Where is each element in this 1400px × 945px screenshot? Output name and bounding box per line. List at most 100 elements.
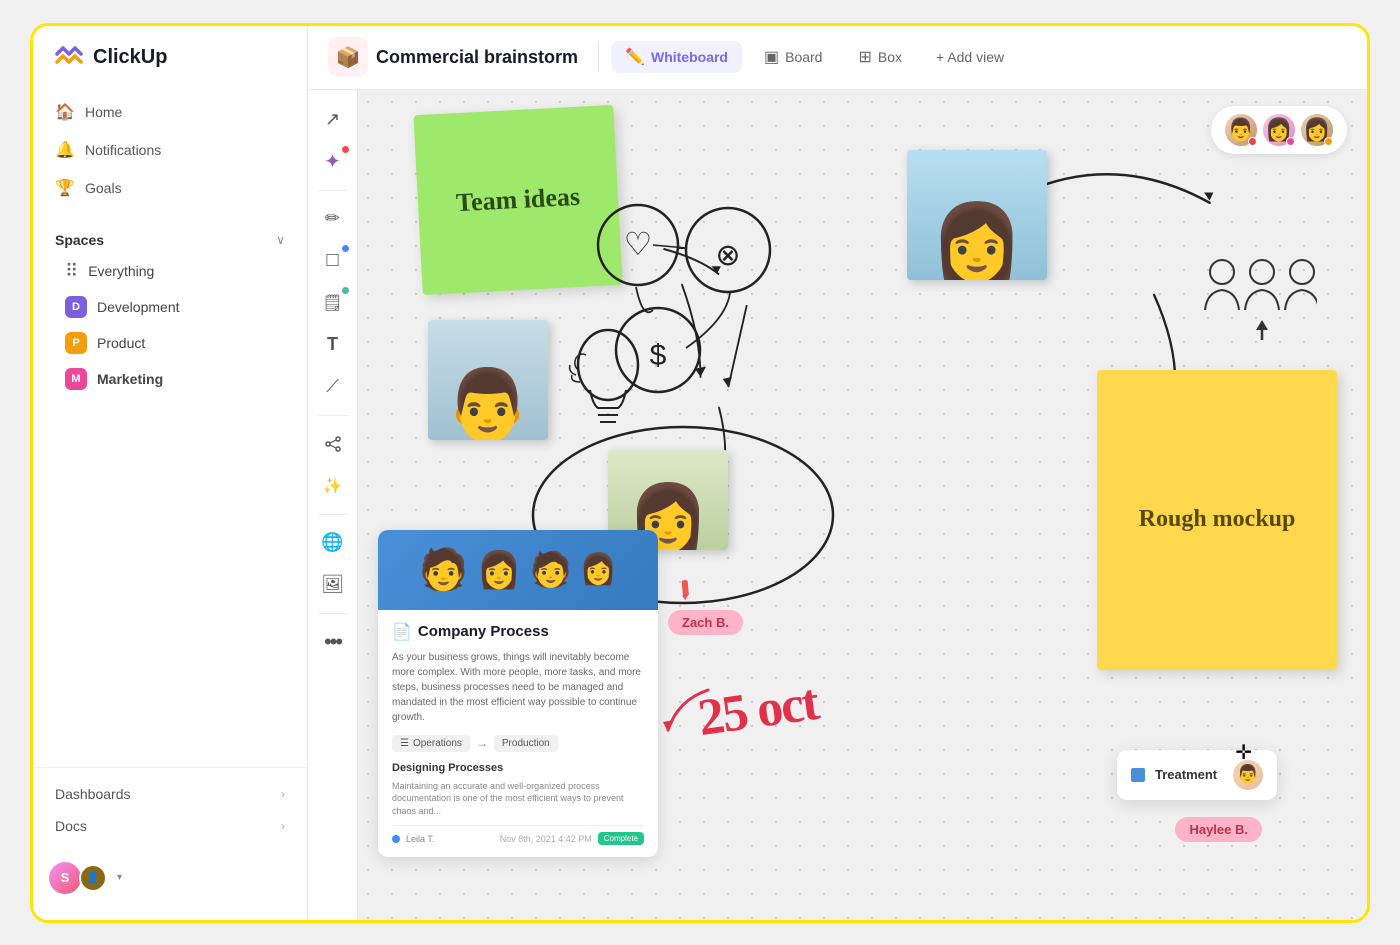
user-section[interactable]: S 👤 ▾: [33, 852, 307, 904]
flow-to-label: Production: [502, 738, 550, 749]
pen-cursor-icon: [672, 577, 701, 611]
more-tool[interactable]: •••: [315, 624, 351, 660]
whiteboard-canvas[interactable]: ↗ ✦ ✏ □ 🗒: [308, 90, 1367, 920]
doc-icon: 📄: [392, 622, 412, 642]
sticky-yellow-text: Rough mockup: [1139, 506, 1296, 533]
globe-tool[interactable]: 🌐: [315, 525, 351, 561]
sidebar-item-everything[interactable]: ⠿ Everything: [43, 254, 297, 289]
sidebar-item-product[interactable]: P Product: [43, 325, 297, 361]
avatar-dot-3: [1324, 137, 1333, 146]
product-label: Product: [97, 335, 145, 351]
sidebar-item-development[interactable]: D Development: [43, 289, 297, 325]
person-photo-1: 👨: [428, 320, 548, 440]
doc-badge: Complete: [598, 832, 644, 845]
person-photo-2: 👩: [907, 150, 1047, 280]
whiteboard-tab-icon: ✏️: [625, 47, 645, 67]
move-cursor-icon: ✛: [1235, 740, 1252, 765]
sidebar-item-goals[interactable]: 🏆 Goals: [43, 170, 297, 206]
dashboards-label: Dashboards: [55, 786, 131, 802]
avatar-s: S: [49, 862, 81, 894]
avatar-dot-2: [1286, 137, 1295, 146]
lightbulb-drawing: [558, 310, 658, 445]
sidebar-item-dashboards[interactable]: Dashboards ›: [43, 778, 297, 810]
pen-tool[interactable]: ✏: [315, 201, 351, 237]
sidebar-item-marketing[interactable]: M Marketing: [43, 361, 297, 397]
toolbar: 📦 Commercial brainstorm ✏️ Whiteboard ▣ …: [308, 26, 1367, 90]
sticky-green-text: Team ideas: [455, 181, 580, 219]
product-badge: P: [65, 332, 87, 354]
spaces-header[interactable]: Spaces ∨: [33, 226, 307, 254]
collab-avatar-3: 👩: [1299, 112, 1335, 148]
flow-to: Production: [494, 735, 558, 752]
whiteboard-tab-label: Whiteboard: [651, 49, 728, 65]
vtool-sep-1: [318, 190, 348, 191]
sidebar-item-docs[interactable]: Docs ›: [43, 810, 297, 842]
shapes-dot: [342, 146, 349, 153]
handwritten-date: 25 oct: [694, 672, 820, 747]
avatar-dot-1: [1248, 137, 1257, 146]
tab-whiteboard[interactable]: ✏️ Whiteboard: [611, 41, 742, 73]
doc-card-body: 📄 Company Process As your business grows…: [378, 610, 658, 858]
badge-zach-text: Zach B.: [682, 615, 729, 630]
chevron-down-icon: ∨: [276, 233, 285, 247]
sticky-tool[interactable]: 🗒: [315, 285, 351, 321]
sticky-note-yellow[interactable]: Rough mockup: [1097, 370, 1337, 670]
notifications-label: Notifications: [85, 142, 161, 158]
logo: ClickUp: [33, 42, 307, 94]
doc-header-figure-1: 🧑: [419, 546, 469, 593]
toolbar-separator: [598, 42, 599, 72]
bell-icon: 🔔: [55, 140, 75, 160]
connector-tool[interactable]: ⟋: [315, 369, 351, 405]
vtool-sep-4: [318, 613, 348, 614]
marketing-label: Marketing: [97, 371, 163, 387]
user-caret: ▾: [117, 872, 122, 883]
main-area: 📦 Commercial brainstorm ✏️ Whiteboard ▣ …: [308, 26, 1367, 920]
badge-haylee[interactable]: Haylee B.: [1175, 817, 1262, 842]
doc-flow: ☰ Operations → Production: [392, 735, 644, 752]
badge-haylee-text: Haylee B.: [1189, 822, 1248, 837]
share-tool[interactable]: [315, 426, 351, 462]
avatar-user2: 👤: [79, 864, 107, 892]
box-tab-label: Box: [878, 49, 902, 65]
main-nav: 🏠 Home 🔔 Notifications 🏆 Goals: [33, 94, 307, 206]
treatment-color: [1131, 768, 1145, 782]
people-icons: [1197, 250, 1317, 355]
badge-zach[interactable]: Zach B.: [668, 610, 743, 635]
board-tab-label: Board: [785, 49, 822, 65]
text-tool[interactable]: T: [315, 327, 351, 363]
date-text: 25 oct: [695, 673, 821, 746]
sticky-dot: [342, 287, 349, 294]
svg-text:⊗: ⊗: [715, 239, 740, 272]
svg-text:♡: ♡: [624, 226, 653, 262]
doc-title-text: Company Process: [418, 623, 549, 640]
grid-icon: ⠿: [65, 261, 78, 282]
doc-header-figure-2: 👩: [477, 549, 522, 591]
add-view-label: + Add view: [936, 49, 1004, 65]
sidebar-item-notifications[interactable]: 🔔 Notifications: [43, 132, 297, 168]
treatment-name: Treatment: [1155, 767, 1217, 782]
treatment-card[interactable]: Treatment 👨: [1117, 750, 1277, 800]
dashboards-chevron: ›: [281, 787, 285, 801]
doc-date: Nov 8th, 2021 4:42 PM: [500, 834, 592, 844]
doc-header-figure-4: 👩: [580, 552, 617, 587]
rect-tool[interactable]: □: [315, 243, 351, 279]
cursor-tool[interactable]: ↗: [315, 102, 351, 138]
sidebar-item-home[interactable]: 🏠 Home: [43, 94, 297, 130]
board-tab-icon: ▣: [764, 47, 779, 67]
doc-title: 📄 Company Process: [392, 622, 644, 642]
doc-card-header: 🧑 👩 🧑 👩: [378, 530, 658, 610]
box-tab-icon: ⊞: [858, 47, 871, 67]
image-tool[interactable]: 🖼: [315, 567, 351, 603]
tab-box[interactable]: ⊞ Box: [844, 41, 916, 73]
canvas-content: Team ideas ♡ ⊗ $: [358, 90, 1367, 920]
development-label: Development: [97, 299, 180, 315]
sidebar: ClickUp 🏠 Home 🔔 Notifications 🏆 Goals: [33, 26, 308, 920]
tab-board[interactable]: ▣ Board: [750, 41, 836, 73]
add-view-button[interactable]: + Add view: [924, 43, 1016, 71]
rect-dot: [342, 245, 349, 252]
effects-tool[interactable]: ✨: [315, 468, 351, 504]
collab-avatar-1: 👨: [1223, 112, 1259, 148]
document-card[interactable]: 🧑 👩 🧑 👩 📄 Company Process As y: [378, 530, 658, 858]
flow-from-label: Operations: [413, 738, 462, 749]
shapes-tool[interactable]: ✦: [315, 144, 351, 180]
